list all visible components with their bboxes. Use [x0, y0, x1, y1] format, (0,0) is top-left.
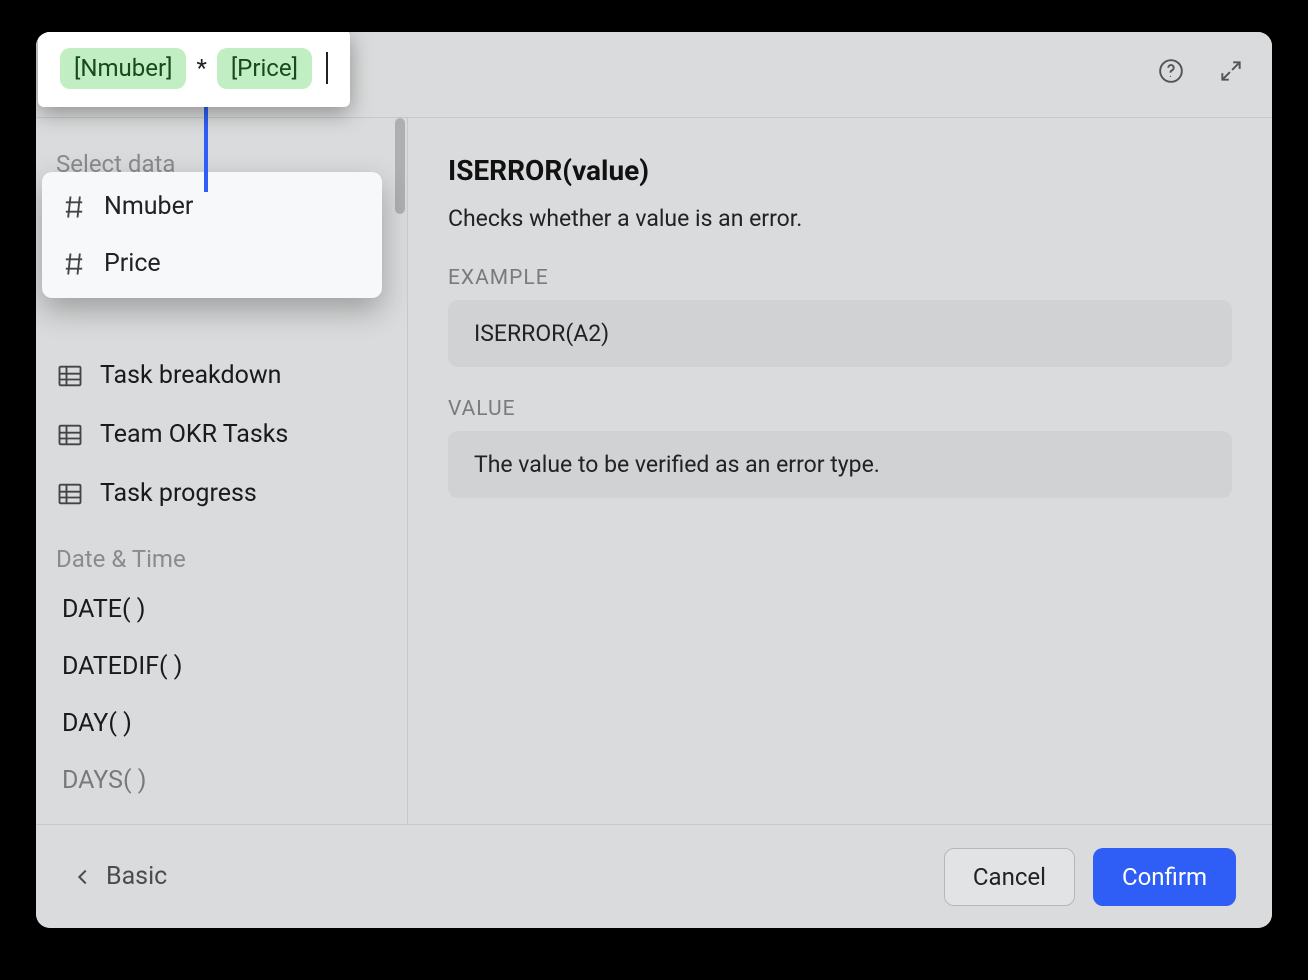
example-box: ISERROR(A2) — [448, 300, 1232, 367]
list-item-label: Task breakdown — [100, 361, 281, 390]
chevron-left-icon — [72, 866, 94, 888]
function-days[interactable]: DAYS( ) — [36, 752, 407, 795]
table-task-breakdown[interactable]: Task breakdown — [36, 346, 407, 405]
pointer-arrow — [204, 102, 208, 192]
formula-input[interactable]: [Nmuber] * [Price] — [38, 32, 350, 107]
formula-editor-panel: [Nmuber] * [Price] Select data — [36, 32, 1272, 928]
hash-icon — [60, 193, 88, 221]
field-option-nmuber[interactable]: Nmuber — [42, 178, 382, 235]
formula-topbar: [Nmuber] * [Price] — [36, 32, 1272, 118]
function-title: ISERROR(value) — [448, 154, 1232, 187]
function-day[interactable]: DAY( ) — [36, 695, 407, 752]
function-date[interactable]: DATE( ) — [36, 581, 407, 638]
back-label: Basic — [106, 862, 167, 891]
expand-icon[interactable] — [1212, 52, 1250, 90]
hash-icon — [60, 250, 88, 278]
function-detail-pane: ISERROR(value) Checks whether a value is… — [408, 118, 1272, 824]
formula-operator: * — [194, 54, 208, 82]
table-icon — [56, 480, 84, 508]
field-option-label: Price — [104, 249, 161, 278]
data-sidebar: Select data Nmuber Price Task breakdown — [36, 118, 408, 824]
function-description: Checks whether a value is an error. — [448, 205, 1232, 232]
value-label: VALUE — [448, 397, 1232, 421]
dialog-footer: Basic Cancel Confirm — [36, 824, 1272, 928]
confirm-button[interactable]: Confirm — [1093, 848, 1236, 906]
table-task-progress[interactable]: Task progress — [36, 464, 407, 523]
cancel-button[interactable]: Cancel — [944, 848, 1075, 906]
group-date-time: Date & Time — [36, 523, 407, 581]
table-team-okr-tasks[interactable]: Team OKR Tasks — [36, 405, 407, 464]
list-item-label: Team OKR Tasks — [100, 420, 288, 449]
function-datedif[interactable]: DATEDIF( ) — [36, 638, 407, 695]
text-cursor — [326, 52, 328, 84]
example-label: EXAMPLE — [448, 266, 1232, 290]
table-icon — [56, 362, 84, 390]
help-icon[interactable] — [1152, 52, 1190, 90]
field-dropdown: Nmuber Price — [42, 172, 382, 298]
table-icon — [56, 421, 84, 449]
field-option-price[interactable]: Price — [42, 235, 382, 292]
field-option-label: Nmuber — [104, 192, 193, 221]
formula-token-nmuber[interactable]: [Nmuber] — [60, 48, 186, 89]
back-button[interactable]: Basic — [72, 862, 167, 891]
value-box: The value to be verified as an error typ… — [448, 431, 1232, 498]
formula-token-price[interactable]: [Price] — [217, 48, 312, 89]
list-item-label: Task progress — [100, 479, 257, 508]
scrollbar-thumb[interactable] — [395, 118, 405, 214]
